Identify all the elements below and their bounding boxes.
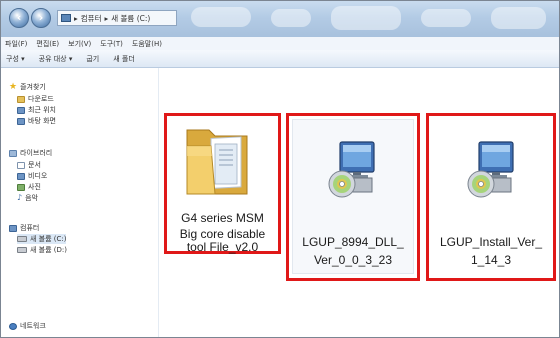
nav-label: 다운로드 [28, 95, 54, 103]
file-name-line: Ver_0_0_3_23 [313, 253, 393, 267]
menu-tools[interactable]: 도구(T) [100, 39, 123, 49]
nav-label: 새 볼륨 (D:) [30, 246, 67, 254]
nav-desktop[interactable]: 바탕 화면 [17, 116, 56, 126]
nav-label: 네트워크 [20, 322, 46, 330]
computer-icon [61, 14, 71, 22]
libraries-icon [9, 149, 17, 157]
nav-label: 사진 [28, 183, 41, 191]
nav-label: 즐겨찾기 [20, 83, 46, 91]
videos-icon [17, 172, 25, 180]
nav-libraries[interactable]: 라이브러리 [9, 148, 52, 158]
nav-drive-d[interactable]: 새 볼륨 (D:) [17, 245, 67, 255]
drive-icon [17, 236, 27, 242]
file-item-installer-lgup[interactable]: LGUP_Install_Ver_ 1_14_3 [426, 113, 556, 281]
nav-favorites[interactable]: ★ 즐겨찾기 [9, 82, 46, 92]
nav-videos[interactable]: 비디오 [17, 171, 47, 181]
address-separator: ▸ [74, 13, 78, 23]
menu-view[interactable]: 보기(V) [68, 39, 91, 49]
menu-file[interactable]: 파일(F) [5, 39, 27, 49]
folder-icon [186, 129, 248, 195]
address-bar[interactable]: ▸ 컴퓨터 ▸ 새 볼륨 (C:) [57, 10, 177, 26]
nav-recent[interactable]: 최근 위치 [17, 105, 56, 115]
desktop-icon [17, 117, 25, 125]
file-name-line: G4 series MSM [181, 211, 264, 225]
pictures-icon [17, 183, 25, 191]
nav-label: 컴퓨터 [20, 224, 40, 232]
nav-label: 음악 [25, 194, 38, 202]
address-segment-drive[interactable]: 새 볼륨 (C:) [111, 13, 150, 24]
nav-music[interactable]: ♪ 음악 [17, 193, 38, 203]
share-with-button[interactable]: 공유 대상 ▾ [39, 54, 73, 64]
recent-places-icon [17, 106, 25, 114]
file-item-installer-dll[interactable]: LGUP_8994_DLL_ Ver_0_0_3_23 [286, 113, 420, 281]
nav-pictures[interactable]: 사진 [17, 182, 41, 192]
blurred-area [491, 7, 546, 29]
menu-help[interactable]: 도움말(H) [132, 39, 162, 49]
menu-edit[interactable]: 편집(E) [36, 39, 59, 49]
blurred-area [421, 9, 471, 27]
star-icon: ★ [9, 82, 18, 92]
blurred-area [191, 7, 251, 27]
back-arrow-icon: ‹ [16, 11, 22, 24]
nav-drive-c[interactable]: 새 볼륨 (C:) [17, 234, 67, 244]
address-segment-computer[interactable]: 컴퓨터 [81, 13, 102, 24]
file-name-line: 1_14_3 [470, 253, 512, 267]
documents-icon [17, 161, 25, 169]
nav-network[interactable]: 네트워크 [9, 321, 46, 331]
nav-documents[interactable]: 문서 [17, 160, 41, 170]
nav-label: 새 볼륨 (C:) [30, 235, 67, 243]
address-separator: ▸ [104, 13, 109, 23]
installer-icon [328, 141, 375, 198]
drive-icon [17, 247, 27, 253]
explorer-window: ‹ › ▸ 컴퓨터 ▸ 새 볼륨 (C:) 파일(F) 편집(E) 보기(V) … [0, 0, 560, 338]
nav-label: 바탕 화면 [28, 117, 56, 125]
title-bar: ‹ › ▸ 컴퓨터 ▸ 새 볼륨 (C:) [1, 1, 559, 37]
forward-arrow-icon: › [38, 11, 44, 24]
back-button[interactable]: ‹ [9, 8, 29, 28]
organize-button[interactable]: 구성 ▾ [6, 54, 25, 64]
file-name-line: tool File_v2.0 [186, 240, 259, 254]
file-name-line: LGUP_8994_DLL_ [302, 235, 404, 249]
new-folder-button[interactable]: 새 폴더 [113, 54, 135, 64]
navigation-pane: ★ 즐겨찾기 다운로드 최근 위치 바탕 화면 라이브러리 문서 비디오 사진 … [1, 68, 159, 337]
file-name-line: LGUP_Install_Ver_ [439, 235, 543, 249]
menu-bar: 파일(F) 편집(E) 보기(V) 도구(T) 도움말(H) [1, 37, 559, 50]
blurred-area [271, 9, 311, 27]
downloads-folder-icon [17, 95, 25, 103]
forward-button[interactable]: › [31, 8, 51, 28]
computer-icon [9, 224, 17, 232]
nav-label: 문서 [28, 161, 41, 169]
command-bar: 구성 ▾ 공유 대상 ▾ 굽기 새 폴더 [1, 50, 559, 68]
blurred-area [331, 6, 401, 30]
nav-computer[interactable]: 컴퓨터 [9, 223, 39, 233]
installer-icon [467, 141, 514, 198]
nav-label: 비디오 [28, 172, 48, 180]
file-item-folder[interactable]: G4 series MSM Big core disable tool File… [164, 113, 281, 254]
music-icon: ♪ [17, 193, 23, 202]
burn-button[interactable]: 굽기 [86, 54, 99, 64]
nav-label: 라이브러리 [20, 149, 53, 157]
nav-downloads[interactable]: 다운로드 [17, 94, 54, 104]
nav-label: 최근 위치 [28, 106, 56, 114]
network-icon [9, 322, 17, 330]
